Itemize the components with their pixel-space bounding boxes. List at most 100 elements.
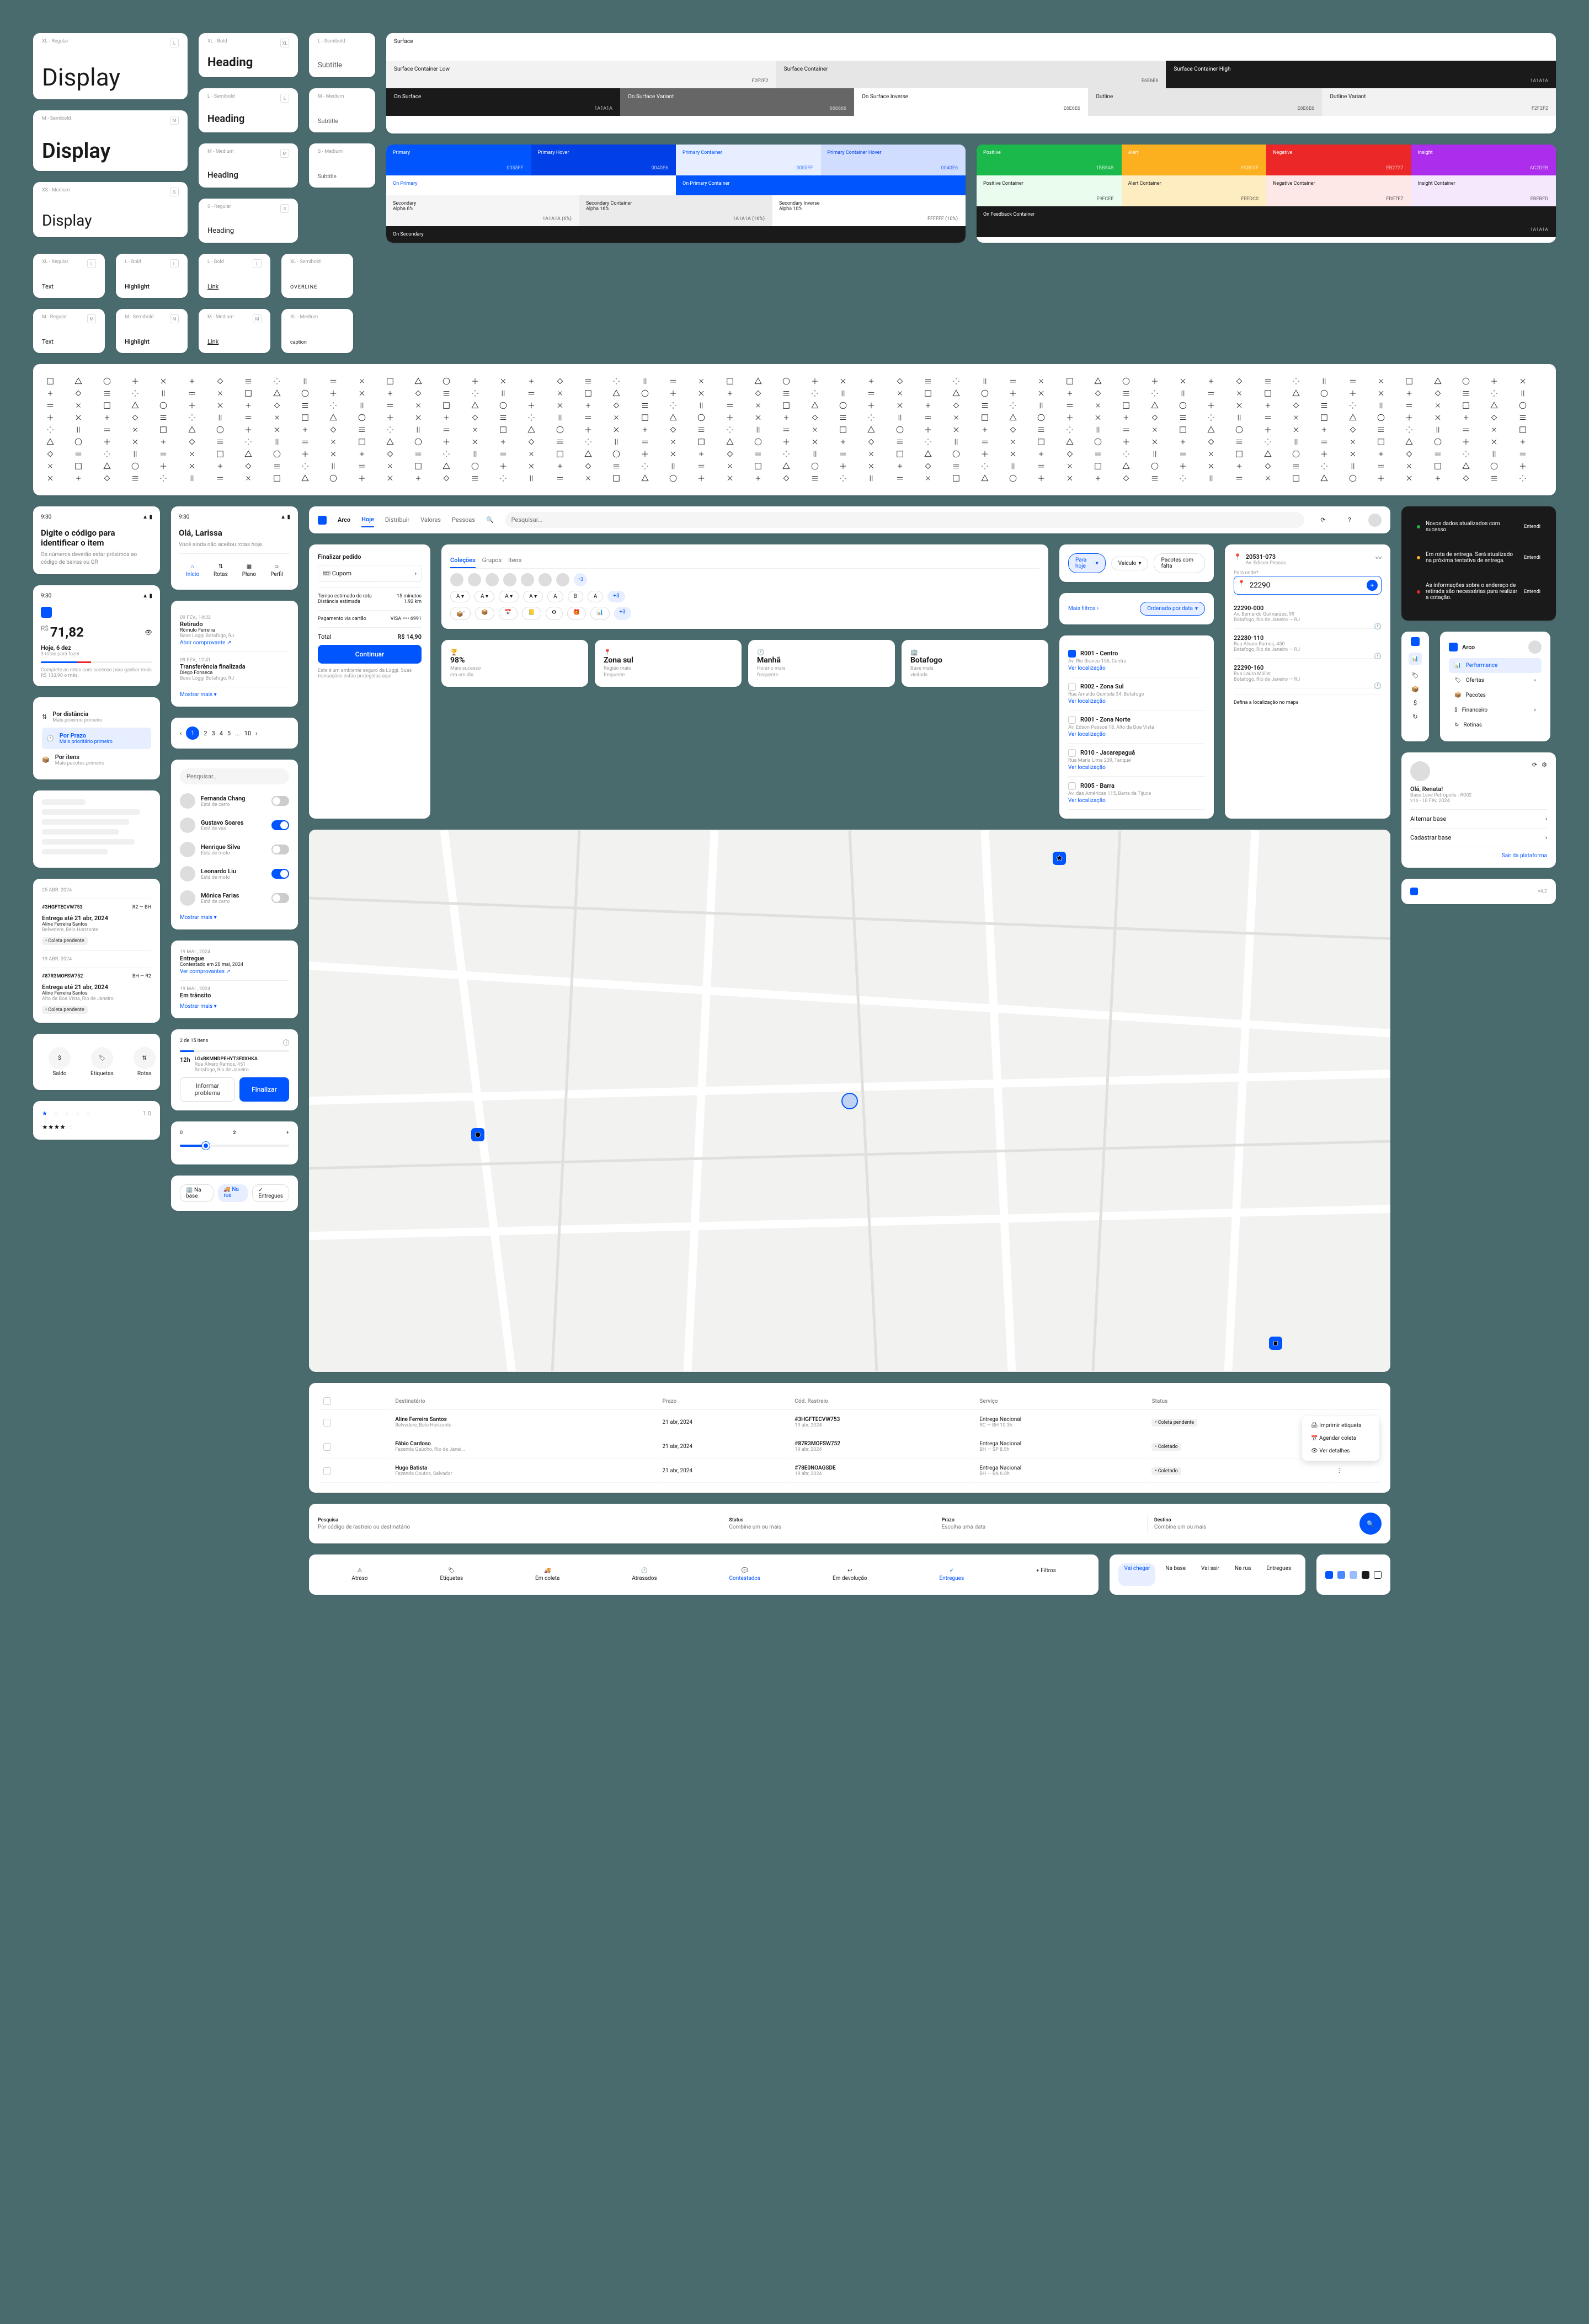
letter-chip[interactable]: B — [568, 591, 583, 602]
icon-chip[interactable]: 📊 — [590, 607, 609, 620]
tab-rotas[interactable]: ⇅Rotas — [207, 559, 234, 582]
letter-chip-more[interactable]: +3 — [607, 591, 625, 602]
eye-icon[interactable]: 👁 — [145, 629, 152, 636]
address-result[interactable]: 22290-160Rua Lauro Müller Botafogo, Rio … — [1234, 659, 1382, 688]
view-location-link[interactable]: Ver localização — [1068, 731, 1106, 738]
register-base[interactable]: Cadastrar base› — [1410, 834, 1547, 841]
cep-input[interactable] — [1250, 580, 1362, 591]
filter-vehicle[interactable]: Veículo ▾ — [1111, 557, 1149, 570]
address-result[interactable]: 22280-110Rua Álvaro Ramos, 450 Botafogo,… — [1234, 629, 1382, 659]
user-avatar[interactable] — [1528, 640, 1542, 654]
next-icon[interactable]: › — [255, 730, 257, 737]
tab-entregues[interactable]: Entregues — [1261, 1563, 1297, 1586]
sidebar-item-rotinas[interactable]: ↻Rotinas — [1449, 718, 1542, 733]
toast-action[interactable]: Entendi — [1524, 589, 1540, 595]
page-5[interactable]: 5 — [227, 730, 231, 737]
open-receipt-link[interactable]: Abrir comprovante ↗ — [180, 640, 231, 646]
gear-icon[interactable]: ⚙ — [1542, 761, 1547, 781]
map-pin[interactable] — [1269, 1337, 1282, 1350]
tab-etiquetas[interactable]: 🏷Etiquetas — [433, 1563, 470, 1586]
route-checkbox[interactable] — [1068, 716, 1076, 724]
side-routines-icon[interactable]: ↻ — [1412, 713, 1417, 720]
sidebar-item-ofertas[interactable]: 🏷Ofertas▾ — [1449, 673, 1542, 688]
route-checkbox[interactable] — [1068, 782, 1076, 790]
star-icon[interactable]: ☆ — [53, 1110, 62, 1119]
menu-print[interactable]: 🖨 Imprimir etiqueta — [1305, 1419, 1376, 1432]
page-1[interactable]: 1 — [186, 726, 199, 740]
user-avatar[interactable] — [1368, 514, 1382, 527]
tab-plano[interactable]: ▦Plano — [236, 559, 263, 582]
icon-chip[interactable]: 🎁 — [567, 607, 586, 620]
toast-action[interactable]: Entendi — [1524, 524, 1540, 530]
route-item[interactable]: R002 - Zona SulRua Arnaldo Quintela 34, … — [1068, 677, 1205, 710]
select-all-checkbox[interactable] — [323, 1397, 331, 1405]
slider[interactable] — [180, 1145, 289, 1147]
toggle[interactable] — [271, 893, 289, 903]
map-define-link[interactable]: Defina a localização no mapa — [1234, 700, 1382, 706]
nav-distribuir[interactable]: Distribuir — [385, 513, 409, 527]
star-icon[interactable]: ★ — [42, 1110, 51, 1119]
info-icon[interactable]: ⓘ — [283, 1038, 289, 1047]
icon-chip[interactable]: 📅 — [499, 607, 518, 620]
icon-chip[interactable]: 📦• — [450, 607, 471, 620]
page-3[interactable]: 3 — [212, 730, 215, 737]
row-checkbox[interactable] — [323, 1419, 331, 1427]
address-result[interactable]: 22290-000Av. Bernardo Guimarães, 99 Bota… — [1234, 599, 1382, 629]
seg-rua[interactable]: 🚚 Na rua — [218, 1184, 248, 1202]
view-location-link[interactable]: Ver localização — [1068, 665, 1106, 671]
route-item[interactable]: R010 - JacarepaguáRua Maria Lima 239, Ta… — [1068, 744, 1205, 777]
show-more-link[interactable]: Mostrar mais ▾ — [180, 692, 289, 698]
search-submit-btn[interactable]: 🔍 — [1359, 1513, 1382, 1535]
page-4[interactable]: 4 — [220, 730, 223, 737]
filter-today[interactable]: Para hoje ▾ — [1068, 553, 1106, 573]
tab-itens[interactable]: Itens — [508, 553, 521, 568]
view-location-link[interactable]: Ver localização — [1068, 765, 1106, 771]
tab-entregues[interactable]: ✓Entregues — [932, 1563, 971, 1586]
filter-missing[interactable]: Pacotes com falta — [1154, 553, 1205, 573]
nav-valores[interactable]: Valores — [420, 513, 441, 527]
search-code-input[interactable] — [318, 1524, 715, 1530]
continue-btn[interactable]: Continuar — [318, 645, 422, 664]
tab-atrasados[interactable]: 🕐Atrasados — [625, 1563, 663, 1586]
tab-coleta[interactable]: 🚚Em coleta — [529, 1563, 566, 1586]
tab-na-base[interactable]: Na base — [1160, 1563, 1191, 1586]
icon-chip[interactable]: 📒 — [522, 607, 541, 620]
more-icon[interactable]: ⋮ — [1336, 1468, 1342, 1474]
table-row[interactable]: Hugo BatistaFazenda Coutos, Salvador21 a… — [319, 1460, 1380, 1483]
chevron-right-icon[interactable]: › — [415, 570, 417, 577]
logout-link[interactable]: Sair da plataforma — [1410, 853, 1547, 859]
page-10[interactable]: 10 — [244, 730, 251, 737]
map-view[interactable] — [309, 830, 1390, 1372]
show-more-link[interactable]: Mostrar mais ▾ — [180, 1003, 289, 1009]
icon-chip[interactable]: 📦 — [475, 607, 494, 620]
letter-chip[interactable]: A — [547, 591, 563, 602]
tab-rotas[interactable]: ⇅Rotas — [127, 1043, 162, 1081]
tab-na-rua[interactable]: Na rua — [1229, 1563, 1256, 1586]
tab-vai-sair[interactable]: Vai sair — [1196, 1563, 1225, 1586]
icon-chip-more[interactable]: +3 — [614, 607, 631, 620]
tab-perfil[interactable]: ☺Perfil — [264, 559, 290, 582]
view-location-link[interactable]: Ver localização — [1068, 798, 1106, 804]
star-icon[interactable]: ☆ — [64, 1110, 73, 1119]
route-item[interactable]: R005 - BarraAv. das Américas 115, Barra … — [1068, 777, 1205, 810]
toggle[interactable] — [271, 869, 289, 879]
letter-chip[interactable]: A ▾ — [450, 591, 470, 602]
edit-icon[interactable]: 〰 — [1375, 553, 1382, 566]
prev-icon[interactable]: ‹ — [180, 730, 182, 737]
menu-schedule[interactable]: 📅 Agendar coleta — [1305, 1432, 1376, 1445]
toggle[interactable] — [271, 820, 289, 830]
side-performance-icon[interactable]: 📊 — [1409, 653, 1422, 665]
show-more-link[interactable]: Mostrar mais ▾ — [180, 915, 289, 921]
person-row[interactable]: Mônica FariasEstá de carro — [180, 886, 289, 910]
search-date-input[interactable] — [942, 1524, 1140, 1530]
person-row[interactable]: Fernanda ChangEstá de carro — [180, 789, 289, 813]
add-btn[interactable]: + — [1367, 580, 1378, 591]
nav-hoje[interactable]: Hoje — [361, 512, 374, 527]
letter-chip[interactable]: A ▾ — [499, 591, 519, 602]
tab-grupos[interactable]: Grupos — [482, 553, 502, 568]
sidebar-item-financeiro[interactable]: $Financeiro▾ — [1449, 703, 1542, 718]
route-checkbox[interactable] — [1068, 650, 1076, 658]
tab-contestados[interactable]: 💬Contestados — [722, 1563, 767, 1586]
search-status-input[interactable] — [729, 1524, 927, 1530]
refresh-icon[interactable]: ⟳ — [1532, 761, 1537, 781]
